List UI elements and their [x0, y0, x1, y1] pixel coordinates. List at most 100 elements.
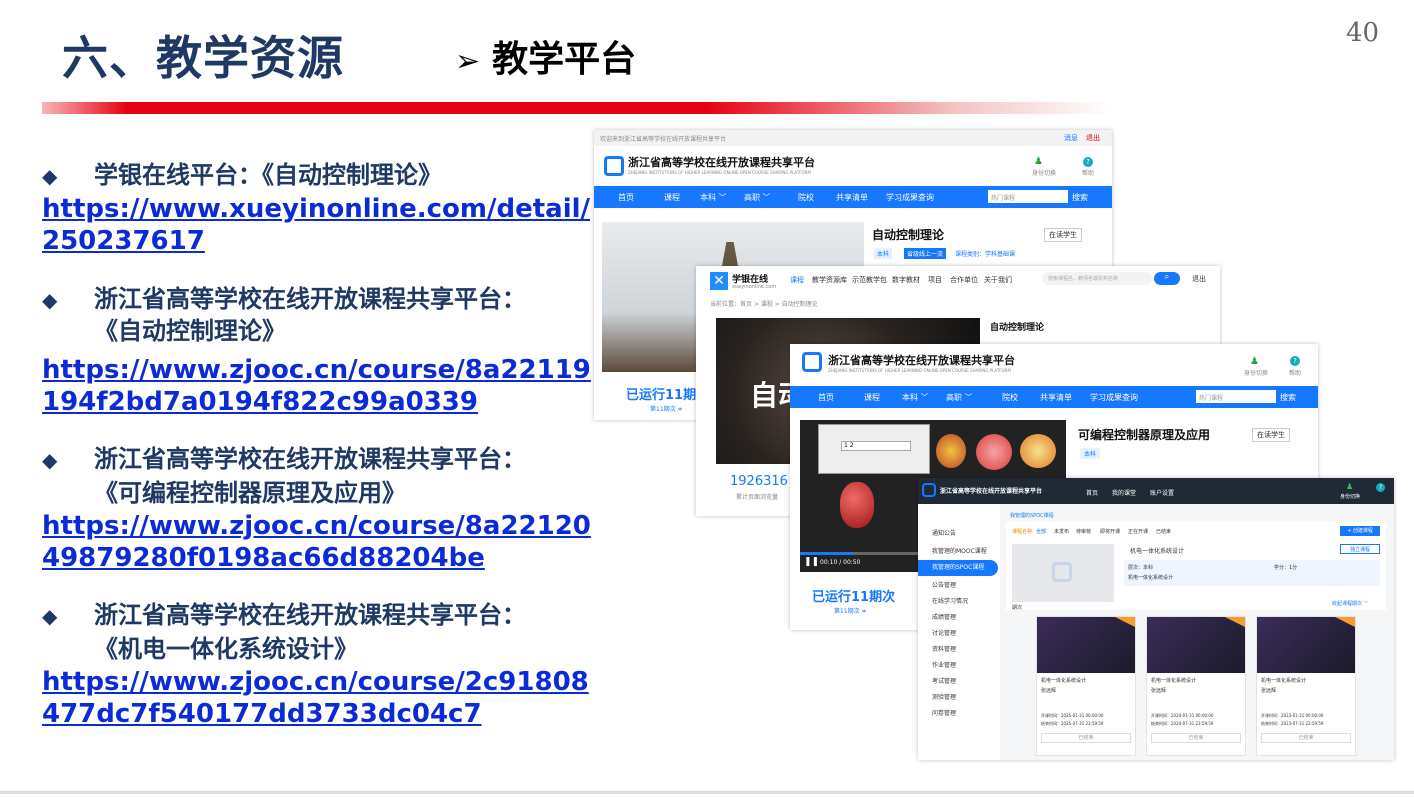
filter-item[interactable]: 已结束	[1156, 528, 1171, 535]
switch-label[interactable]: 身份切换	[1032, 168, 1056, 177]
sidebar-item[interactable]: 公告管理	[918, 578, 998, 594]
link-line[interactable]: 477dc7f540177dd3733dc04c7	[42, 699, 482, 729]
course-link[interactable]: https://www.zjooc.cn/course/8a22120	[42, 510, 591, 542]
search-button[interactable]: 搜索	[1072, 192, 1088, 203]
search-input[interactable]: 搜索课程名、教师名或机构名称	[1042, 272, 1152, 285]
search-input[interactable]: 热门课程	[1196, 390, 1276, 403]
nav-item[interactable]: 账户设置	[1150, 488, 1174, 497]
nav-item[interactable]: 教学资源库	[812, 275, 847, 285]
sidebar-item[interactable]: 问卷管理	[918, 706, 998, 722]
link-line[interactable]: 49879280f0198ac66d88204be	[42, 543, 485, 573]
nav-item[interactable]: 学习成果查询	[886, 192, 934, 203]
course-link[interactable]: https://www.xueyinonline.com/detail/	[42, 193, 590, 225]
dialog-input[interactable]: 1 2	[841, 441, 911, 451]
runs-select[interactable]: 第11期次 ≑	[834, 606, 867, 615]
nav-item[interactable]: 项目	[928, 275, 942, 285]
sidebar-item[interactable]: 考试管理	[918, 674, 998, 690]
nav-item[interactable]: 高职 ﹀	[744, 192, 771, 203]
link-line[interactable]: 194f2bd7a0194f822c99a0339	[42, 387, 478, 417]
filter-item[interactable]: 待审核	[1076, 528, 1091, 535]
switch-label[interactable]: 身份切换	[1340, 493, 1360, 500]
nav-item[interactable]: 课程	[864, 392, 880, 403]
message-link[interactable]: 消息	[1064, 133, 1078, 143]
course-card[interactable]: 机电一体化系统设计 张远辉 开课时间：2024-01-31 00:00:00 结…	[1146, 616, 1246, 756]
search-input[interactable]: 热门课程	[988, 190, 1068, 203]
switch-label[interactable]: 身份切换	[1244, 368, 1268, 377]
nav-item[interactable]: 本科 ﹀	[700, 192, 727, 203]
link-line[interactable]: https://www.zjooc.cn/course/8a22119	[42, 355, 591, 385]
nav-item[interactable]: 首页	[618, 192, 634, 203]
help-icon[interactable]: ?	[1376, 483, 1385, 492]
nav-item[interactable]: 合作单位	[950, 275, 978, 285]
course-name: 机电一体化系统设计	[1130, 548, 1185, 555]
link-line[interactable]: 250237617	[42, 226, 205, 256]
sidebar-item[interactable]: 讨论管理	[918, 626, 998, 642]
user-switch-icon[interactable]: ♟	[1250, 356, 1259, 367]
screenshot-spoc-manage: 浙江省高等学校在线开放课程共享平台 首页 我的课堂 账户设置 ♟ 身份切换 ? …	[918, 478, 1394, 760]
nav-item[interactable]: 我的课堂	[1112, 488, 1136, 497]
course-link[interactable]: 194f2bd7a0194f822c99a0339	[42, 386, 478, 418]
link-line[interactable]: https://www.zjooc.cn/course/8a22120	[42, 511, 591, 541]
help-icon[interactable]: ?	[1290, 356, 1300, 366]
user-switch-icon[interactable]: ♟	[1034, 156, 1054, 167]
nav-item[interactable]: 数字教材	[892, 275, 920, 285]
help-label[interactable]: 帮助	[1289, 368, 1301, 377]
nav-item[interactable]: 课程	[790, 275, 804, 285]
nav-item[interactable]: 关于我们	[984, 275, 1012, 285]
search-icon[interactable]: ⌕	[1154, 272, 1180, 285]
logout-link[interactable]: 退出	[1086, 133, 1100, 143]
sidebar-item[interactable]: 我管理的MOOC课程	[918, 544, 998, 560]
filter-item[interactable]: 课程名称	[1012, 528, 1032, 535]
nav-item[interactable]: 高职 ﹀	[946, 392, 973, 403]
nav-item[interactable]: 首页	[1086, 488, 1098, 497]
link-line[interactable]: https://www.zjooc.cn/course/2c91808	[42, 667, 589, 697]
link-line[interactable]: https://www.xueyinonline.com/detail/	[42, 194, 590, 224]
nav-item[interactable]: 课程	[664, 192, 680, 203]
nav-item[interactable]: 院校	[798, 192, 814, 203]
sidebar-item[interactable]: 通知公告	[918, 526, 998, 542]
nav-item[interactable]: 院校	[1002, 392, 1018, 403]
learning-select[interactable]: 在读学生	[1044, 228, 1082, 242]
filter-item[interactable]: 全部	[1036, 528, 1046, 535]
nav-item[interactable]: 本科 ﹀	[902, 392, 929, 403]
publish-button[interactable]: 独立课程	[1340, 544, 1380, 554]
sidebar-item-active[interactable]: 我管理的SPOC课程	[918, 560, 998, 576]
course-card[interactable]: 机电一体化系统设计 张远辉 开课时间：2023-01-31 00:00:00 结…	[1256, 616, 1356, 756]
expand-link[interactable]: 收起课程期次 ﹀	[1332, 600, 1369, 607]
diamond-bullet-icon: ◆	[42, 164, 58, 188]
apple-image	[840, 482, 874, 528]
create-course-button[interactable]: + 创建课程	[1340, 526, 1380, 536]
sidebar-item[interactable]: 作业管理	[918, 658, 998, 674]
nav-item[interactable]: 共享清单	[1040, 392, 1072, 403]
tag-level: 本科	[874, 248, 893, 259]
help-icon[interactable]: ?	[1083, 157, 1093, 167]
nav-item[interactable]: 示范教学包	[852, 275, 887, 285]
course-link[interactable]: https://www.zjooc.cn/course/8a22119	[42, 354, 591, 386]
filter-item[interactable]: 正在开课	[1128, 528, 1148, 535]
platform-en: ZHEJIANG INSTITUTIONS OF HIGHER LEARNING…	[828, 368, 1011, 373]
nav-item[interactable]: 学习成果查询	[1090, 392, 1138, 403]
filter-item[interactable]: 未发布	[1054, 528, 1069, 535]
subtitle-text: 教学平台	[492, 39, 637, 80]
sidebar-item[interactable]: 在线学习情况	[918, 594, 998, 610]
pause-icon[interactable]: ❚❚	[804, 557, 819, 567]
nav-item[interactable]: 首页	[818, 392, 834, 403]
course-link[interactable]: 250237617	[42, 225, 205, 257]
nav-item[interactable]: 共享清单	[836, 192, 868, 203]
card-start: 开课时间：2025-01-31 00:00:00	[1041, 713, 1104, 718]
user-link[interactable]: 退出	[1192, 274, 1206, 284]
course-link[interactable]: 477dc7f540177dd3733dc04c7	[42, 698, 482, 730]
learning-select[interactable]: 在读学生	[1252, 428, 1290, 442]
course-link[interactable]: 49879280f0198ac66d88204be	[42, 542, 485, 574]
filter-item[interactable]: 即将开课	[1100, 528, 1120, 535]
help-label[interactable]: 帮助	[1082, 168, 1094, 177]
card-end: 结束时间：2024-07-31 23:59:59	[1151, 721, 1214, 726]
sidebar-item[interactable]: 测验管理	[918, 690, 998, 706]
course-card[interactable]: 机电一体化系统设计 张远辉 开课时间：2025-01-31 00:00:00 结…	[1036, 616, 1136, 756]
sidebar-item[interactable]: 资料管理	[918, 642, 998, 658]
sidebar-item[interactable]: 成绩管理	[918, 610, 998, 626]
search-button[interactable]: 搜索	[1280, 392, 1296, 403]
runs-select[interactable]: 第11期次 ≑	[650, 404, 683, 413]
user-switch-icon[interactable]: ♟	[1346, 482, 1353, 491]
course-link[interactable]: https://www.zjooc.cn/course/2c91808	[42, 666, 589, 698]
